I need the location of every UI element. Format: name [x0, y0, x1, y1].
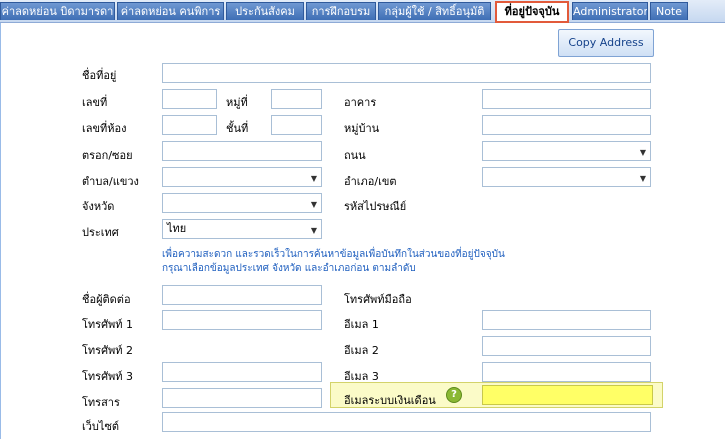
floor-input[interactable] — [271, 115, 322, 135]
tab-training[interactable]: การฝึกอบรม — [306, 2, 376, 20]
house-no-label: เลขที่ — [82, 96, 108, 109]
tab-disabled-deduction[interactable]: ค่าลดหย่อน คนพิการ — [117, 2, 224, 20]
phone2-input[interactable] — [162, 336, 322, 356]
road-select[interactable]: ▼ — [482, 141, 651, 161]
email1-input[interactable] — [482, 310, 651, 330]
soi-label: ตรอก/ซอย — [82, 149, 133, 162]
postcode-label: รหัสไปรษณีย์ — [344, 200, 407, 213]
website-label: เว็บไซต์ — [82, 420, 120, 433]
email1-label: อีเมล 1 — [344, 318, 379, 331]
room-no-label: เลขที่ห้อง — [82, 122, 127, 135]
phone1-input[interactable] — [162, 310, 322, 330]
tab-current-address[interactable]: ที่อยู่ปัจจุบัน — [495, 1, 569, 23]
address-name-label: ชื่อที่อยู่ — [82, 69, 117, 82]
road-label: ถนน — [344, 149, 366, 162]
subdistrict-select[interactable]: ▼ — [162, 167, 322, 187]
building-input[interactable] — [482, 89, 651, 109]
phone3-label: โทรศัพท์ 3 — [82, 370, 134, 383]
address-hint-text: เพื่อความสะดวก และรวดเร็วในการค้นหาข้อมู… — [162, 249, 505, 274]
email2-label: อีเมล 2 — [344, 344, 379, 357]
district-select[interactable]: ▼ — [482, 167, 651, 187]
village-input[interactable] — [482, 115, 651, 135]
chevron-down-icon: ▼ — [639, 148, 646, 157]
country-value: ไทย — [167, 222, 187, 235]
phone1-label: โทรศัพท์ 1 — [82, 318, 134, 331]
chevron-down-icon: ▼ — [639, 174, 646, 183]
contact-name-label: ชื่อผู้ติดต่อ — [82, 293, 131, 306]
district-label: อำเภอ/เขต — [344, 175, 397, 188]
tab-administrator[interactable]: Administrator — [572, 2, 648, 20]
phone2-label: โทรศัพท์ 2 — [82, 344, 134, 357]
house-no-input[interactable] — [162, 89, 217, 109]
address-name-input[interactable] — [162, 63, 651, 83]
tab-bar: ค่าลดหย่อน บิดามารดา ค่าลดหย่อน คนพิการ … — [0, 0, 725, 23]
contact-name-input[interactable] — [162, 285, 322, 305]
fax-input[interactable] — [162, 388, 322, 408]
chevron-down-icon: ▼ — [310, 226, 317, 235]
subdistrict-label: ตำบล/แขวง — [82, 175, 139, 188]
salary-email-input[interactable] — [482, 385, 653, 405]
phone3-input[interactable] — [162, 362, 322, 382]
village-label: หมู่บ้าน — [344, 122, 380, 135]
room-no-input[interactable] — [162, 115, 217, 135]
chevron-down-icon: ▼ — [310, 200, 317, 209]
province-label: จังหวัด — [82, 200, 115, 213]
email3-input[interactable] — [482, 362, 651, 382]
soi-input[interactable] — [162, 141, 322, 161]
moo-label: หมู่ที่ — [226, 96, 248, 109]
mobile-label: โทรศัพท์มือถือ — [344, 293, 412, 306]
tab-note[interactable]: Note — [650, 2, 688, 20]
tab-social-security[interactable]: ประกันสังคม — [226, 2, 304, 20]
fax-label: โทรสาร — [82, 396, 120, 409]
moo-input[interactable] — [271, 89, 322, 109]
province-select[interactable]: ▼ — [162, 193, 322, 213]
country-select[interactable]: ไทย ▼ — [162, 219, 322, 239]
website-input[interactable] — [162, 412, 651, 432]
postcode-input[interactable] — [482, 193, 651, 213]
tab-parents-deduction[interactable]: ค่าลดหย่อน บิดามารดา — [0, 2, 115, 20]
country-label: ประเทศ — [82, 226, 119, 239]
copy-address-button[interactable]: Copy Address — [558, 29, 654, 57]
help-icon[interactable]: ? — [446, 387, 462, 403]
chevron-down-icon: ▼ — [310, 174, 317, 183]
mobile-input[interactable] — [482, 285, 651, 305]
floor-label: ชั้นที่ — [226, 122, 249, 135]
salary-email-label: อีเมลระบบเงินเดือน — [344, 394, 436, 407]
tab-user-group[interactable]: กลุ่มผู้ใช้ / สิทธิ์อนุมัติ — [378, 2, 491, 20]
email2-input[interactable] — [482, 336, 651, 356]
building-label: อาคาร — [344, 96, 377, 109]
